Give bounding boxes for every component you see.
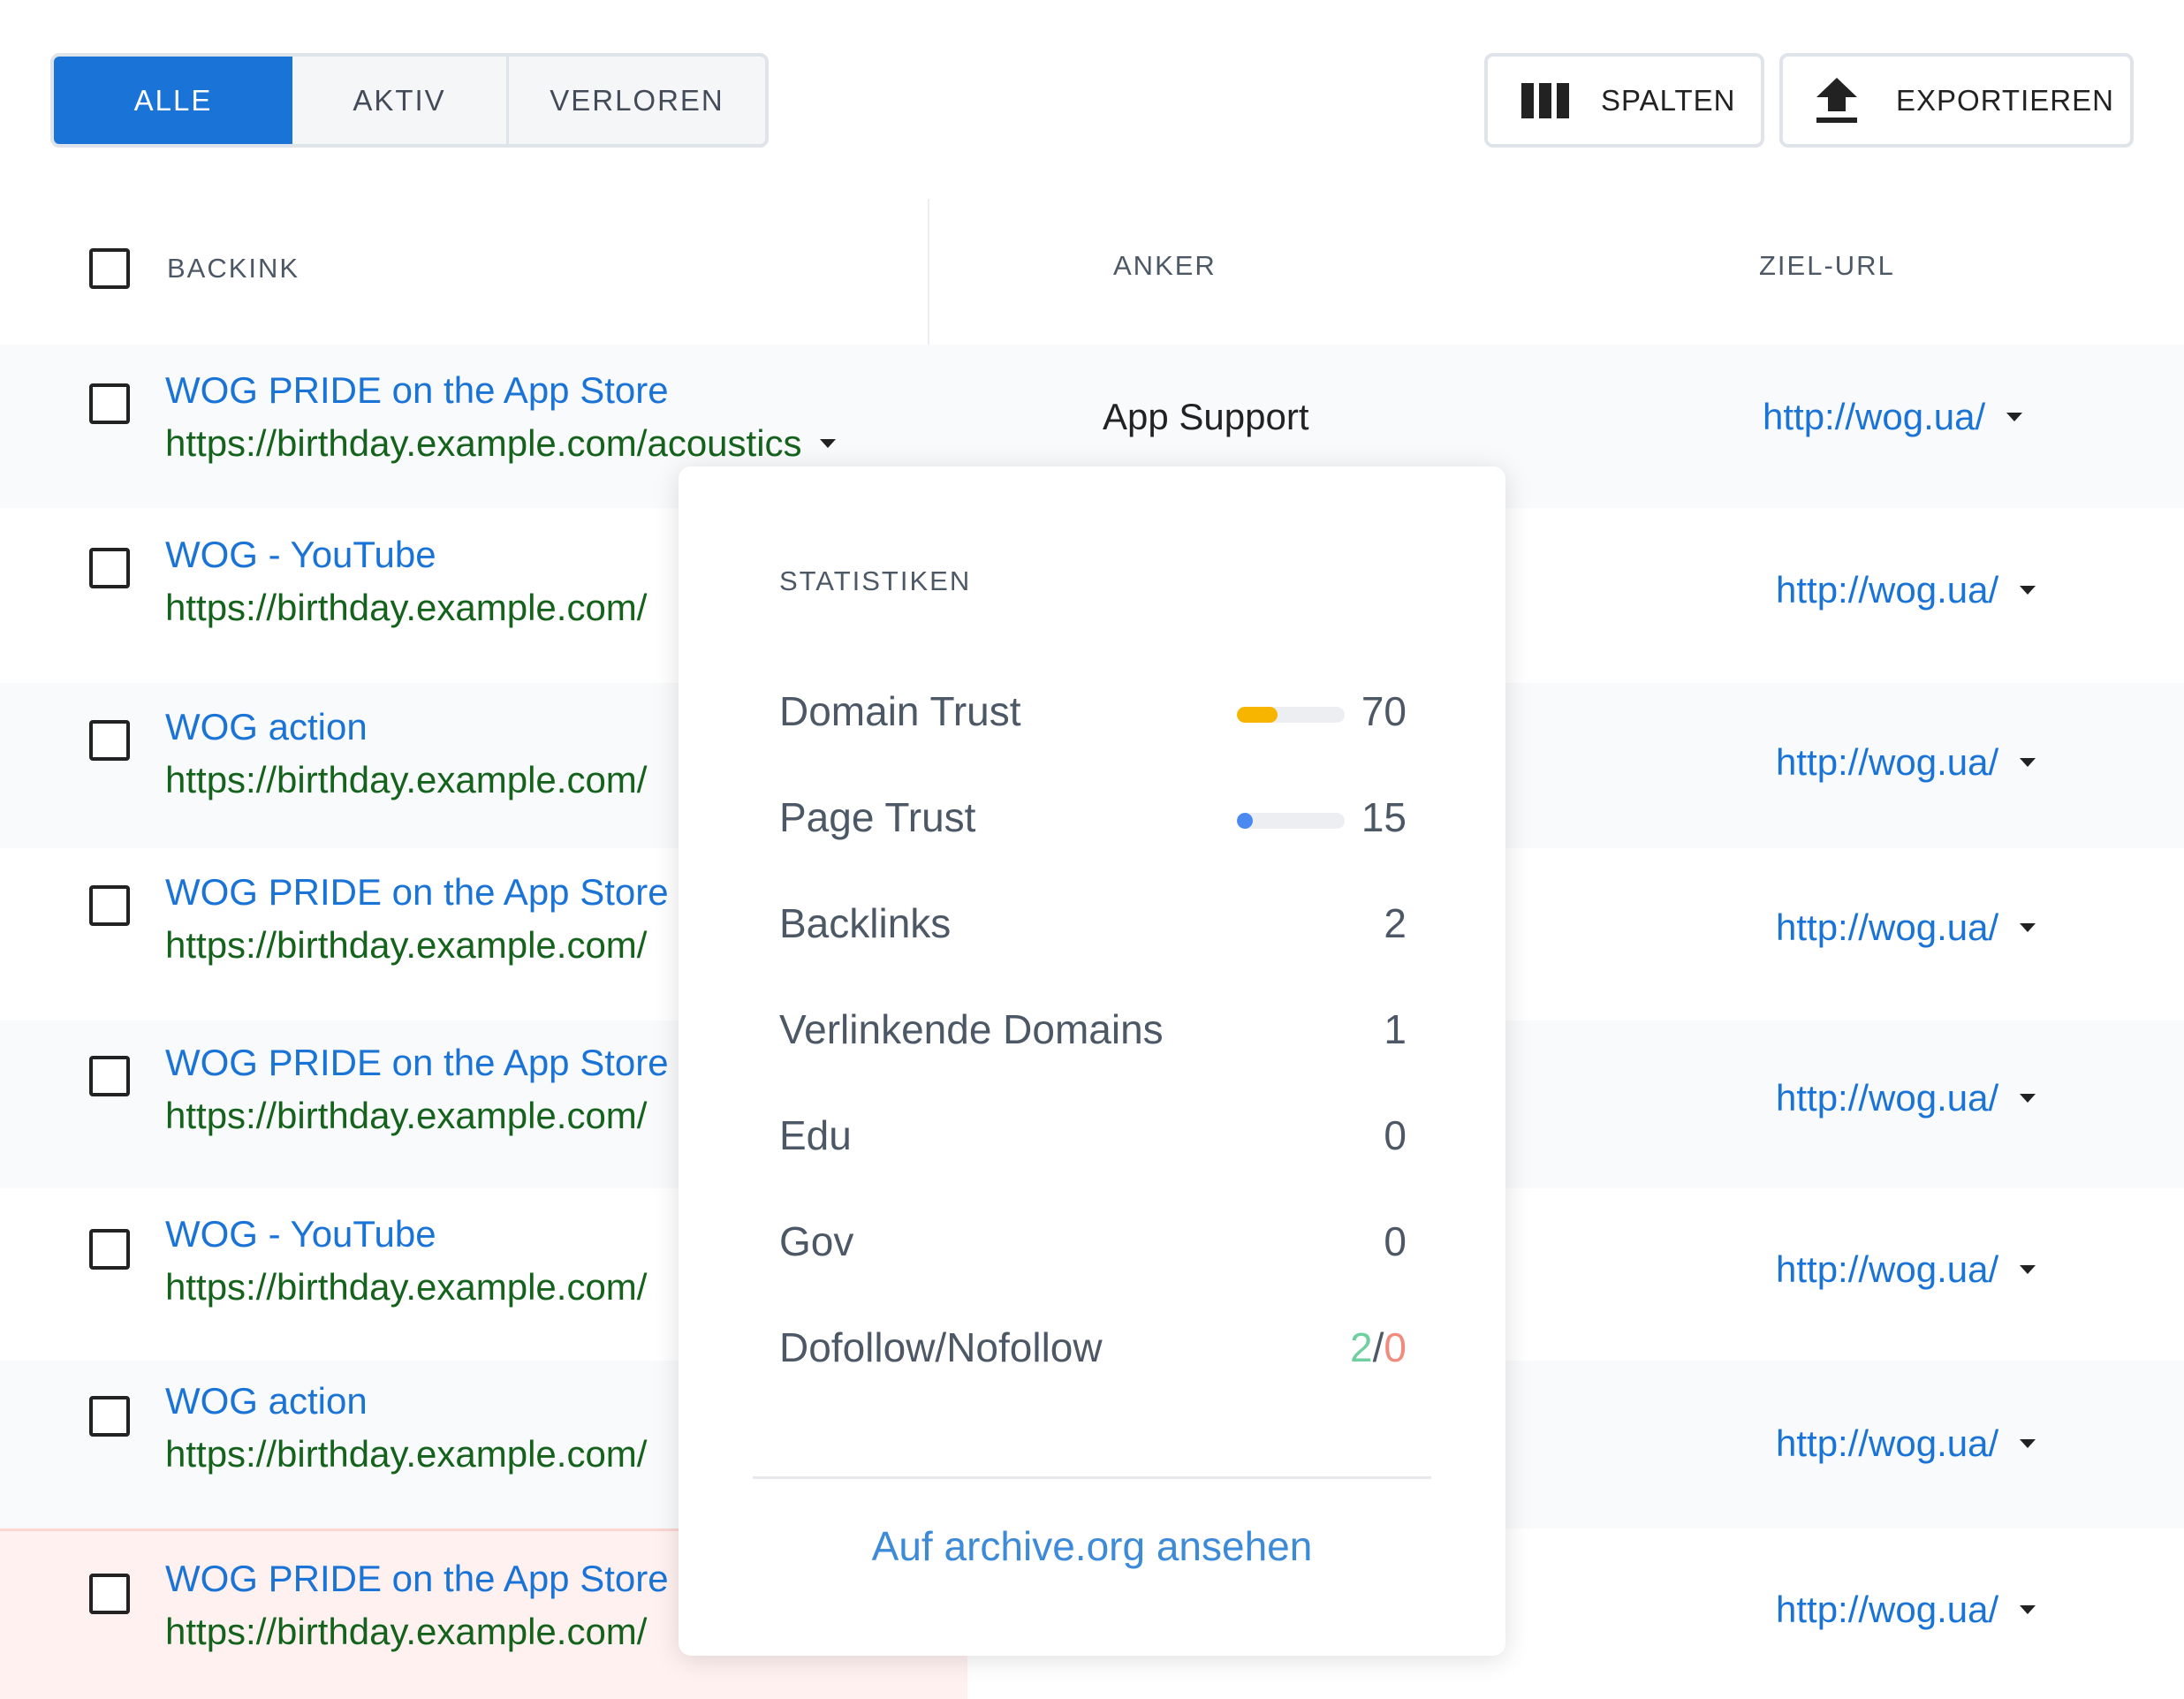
stat-value: 2/0 xyxy=(1350,1324,1407,1371)
stat-dofollow-nofollow: Dofollow/Nofollow 2/0 xyxy=(779,1324,1407,1377)
follow-separator: / xyxy=(1372,1324,1384,1370)
dofollow-count: 2 xyxy=(1350,1324,1373,1370)
row-checkbox[interactable] xyxy=(89,1056,130,1096)
chevron-down-icon[interactable] xyxy=(2006,413,2023,421)
column-divider xyxy=(928,199,929,345)
backlink-title[interactable]: WOG action xyxy=(165,706,368,748)
backlink-title[interactable]: WOG PRIDE on the App Store xyxy=(165,871,669,914)
stat-label: Page Trust xyxy=(779,794,976,840)
stat-label: Backlinks xyxy=(779,900,952,946)
header-target-url: ZIEL-URL xyxy=(1759,250,1895,281)
domain-trust-bar-fill xyxy=(1237,707,1278,723)
stat-label: Domain Trust xyxy=(779,688,1021,734)
page-trust-bar-fill xyxy=(1237,813,1254,829)
columns-icon xyxy=(1521,82,1569,118)
chevron-down-icon[interactable] xyxy=(2020,586,2036,595)
backlink-title[interactable]: WOG PRIDE on the App Store xyxy=(165,1042,669,1084)
row-checkbox[interactable] xyxy=(89,383,130,424)
tab-lost[interactable]: VERLOREN xyxy=(509,57,765,144)
target-url[interactable]: http://wog.ua/ xyxy=(1776,569,2036,611)
chevron-down-icon[interactable] xyxy=(2020,923,2036,932)
target-url[interactable]: http://wog.ua/ xyxy=(1776,1422,2036,1465)
export-label: EXPORTIEREN xyxy=(1896,83,2114,117)
stat-page-trust: Page Trust 15 xyxy=(779,793,1407,846)
select-all-checkbox[interactable] xyxy=(89,248,130,289)
row-checkbox[interactable] xyxy=(89,548,130,588)
popover-divider xyxy=(753,1476,1431,1479)
domain-trust-bar xyxy=(1237,707,1345,723)
target-url[interactable]: http://wog.ua/ xyxy=(1776,741,2036,784)
chevron-down-icon[interactable] xyxy=(2020,758,2036,767)
backlink-title[interactable]: WOG PRIDE on the App Store xyxy=(165,1558,669,1600)
target-url-text[interactable]: http://wog.ua/ xyxy=(1776,906,1998,949)
tab-all[interactable]: ALLE xyxy=(54,57,292,144)
row-checkbox[interactable] xyxy=(89,1574,130,1614)
stat-value: 1 xyxy=(1384,1006,1407,1052)
target-url-text[interactable]: http://wog.ua/ xyxy=(1776,1248,1998,1291)
columns-label: SPALTEN xyxy=(1601,83,1736,117)
backlink-url[interactable]: https://birthday.example.com/acoustics xyxy=(165,422,836,465)
target-url-text[interactable]: http://wog.ua/ xyxy=(1776,741,1998,784)
archive-org-link[interactable]: Auf archive.org ansehen xyxy=(679,1522,1505,1570)
backlink-url[interactable]: https://birthday.example.com/ xyxy=(165,1095,647,1137)
backlink-title[interactable]: WOG - YouTube xyxy=(165,1213,436,1255)
row-checkbox[interactable] xyxy=(89,1229,130,1270)
stats-heading: STATISTIKEN xyxy=(779,565,972,596)
target-url[interactable]: http://wog.ua/ xyxy=(1776,1077,2036,1119)
header-anchor: ANKER xyxy=(1113,250,1217,281)
backlink-url[interactable]: https://birthday.example.com/ xyxy=(165,1266,647,1308)
tab-active[interactable]: AKTIV xyxy=(292,57,509,144)
export-button[interactable]: EXPORTIEREN xyxy=(1779,53,2134,148)
stat-edu: Edu 0 xyxy=(779,1111,1407,1164)
target-url-text[interactable]: http://wog.ua/ xyxy=(1763,396,1985,438)
backlink-url[interactable]: https://birthday.example.com/ xyxy=(165,924,647,967)
stat-label: Gov xyxy=(779,1218,854,1264)
chevron-down-icon[interactable] xyxy=(2020,1605,2036,1614)
stat-value: 0 xyxy=(1384,1218,1407,1264)
target-url-text[interactable]: http://wog.ua/ xyxy=(1776,1589,1998,1631)
target-url[interactable]: http://wog.ua/ xyxy=(1763,396,2023,438)
stat-value: 0 xyxy=(1384,1112,1407,1158)
target-url[interactable]: http://wog.ua/ xyxy=(1776,1248,2036,1291)
status-filter-tabs: ALLE AKTIV VERLOREN xyxy=(50,53,769,148)
target-url[interactable]: http://wog.ua/ xyxy=(1776,1589,2036,1631)
stat-label: Dofollow/Nofollow xyxy=(779,1324,1103,1370)
backlink-title[interactable]: WOG PRIDE on the App Store xyxy=(165,369,669,412)
backlink-url[interactable]: https://birthday.example.com/ xyxy=(165,587,647,629)
stat-label: Verlinkende Domains xyxy=(779,1006,1164,1052)
backlink-url-text[interactable]: https://birthday.example.com/acoustics xyxy=(165,422,802,465)
stat-value: 70 xyxy=(1361,688,1407,734)
backlink-title[interactable]: WOG - YouTube xyxy=(165,534,436,576)
columns-button[interactable]: SPALTEN xyxy=(1484,53,1764,148)
stat-gov: Gov 0 xyxy=(779,1217,1407,1270)
anchor-text: App Support xyxy=(1103,396,1309,437)
chevron-down-icon[interactable] xyxy=(2020,1439,2036,1448)
stat-value: 15 xyxy=(1361,794,1407,840)
chevron-down-icon[interactable] xyxy=(819,439,836,448)
stat-backlinks: Backlinks 2 xyxy=(779,899,1407,952)
stat-label: Edu xyxy=(779,1112,852,1158)
nofollow-count: 0 xyxy=(1384,1324,1407,1370)
backlink-title[interactable]: WOG action xyxy=(165,1380,368,1422)
target-url[interactable]: http://wog.ua/ xyxy=(1776,906,2036,949)
stats-popover: STATISTIKEN Domain Trust 70 Page Trust 1… xyxy=(679,466,1505,1656)
stat-value: 2 xyxy=(1384,900,1407,946)
header-backlink: BACKINK xyxy=(167,253,300,284)
backlink-url[interactable]: https://birthday.example.com/ xyxy=(165,1611,647,1653)
chevron-down-icon[interactable] xyxy=(2020,1094,2036,1103)
target-url-text[interactable]: http://wog.ua/ xyxy=(1776,569,1998,611)
backlink-url[interactable]: https://birthday.example.com/ xyxy=(165,759,647,801)
row-checkbox[interactable] xyxy=(89,720,130,761)
chevron-down-icon[interactable] xyxy=(2020,1265,2036,1274)
backlink-url[interactable]: https://birthday.example.com/ xyxy=(165,1433,647,1475)
row-checkbox[interactable] xyxy=(89,885,130,926)
target-url-text[interactable]: http://wog.ua/ xyxy=(1776,1077,1998,1119)
upload-icon xyxy=(1816,77,1857,123)
stat-domain-trust: Domain Trust 70 xyxy=(779,687,1407,740)
row-checkbox[interactable] xyxy=(89,1396,130,1437)
target-url-text[interactable]: http://wog.ua/ xyxy=(1776,1422,1998,1465)
stat-referring-domains: Verlinkende Domains 1 xyxy=(779,1005,1407,1058)
page-trust-bar xyxy=(1237,813,1345,829)
